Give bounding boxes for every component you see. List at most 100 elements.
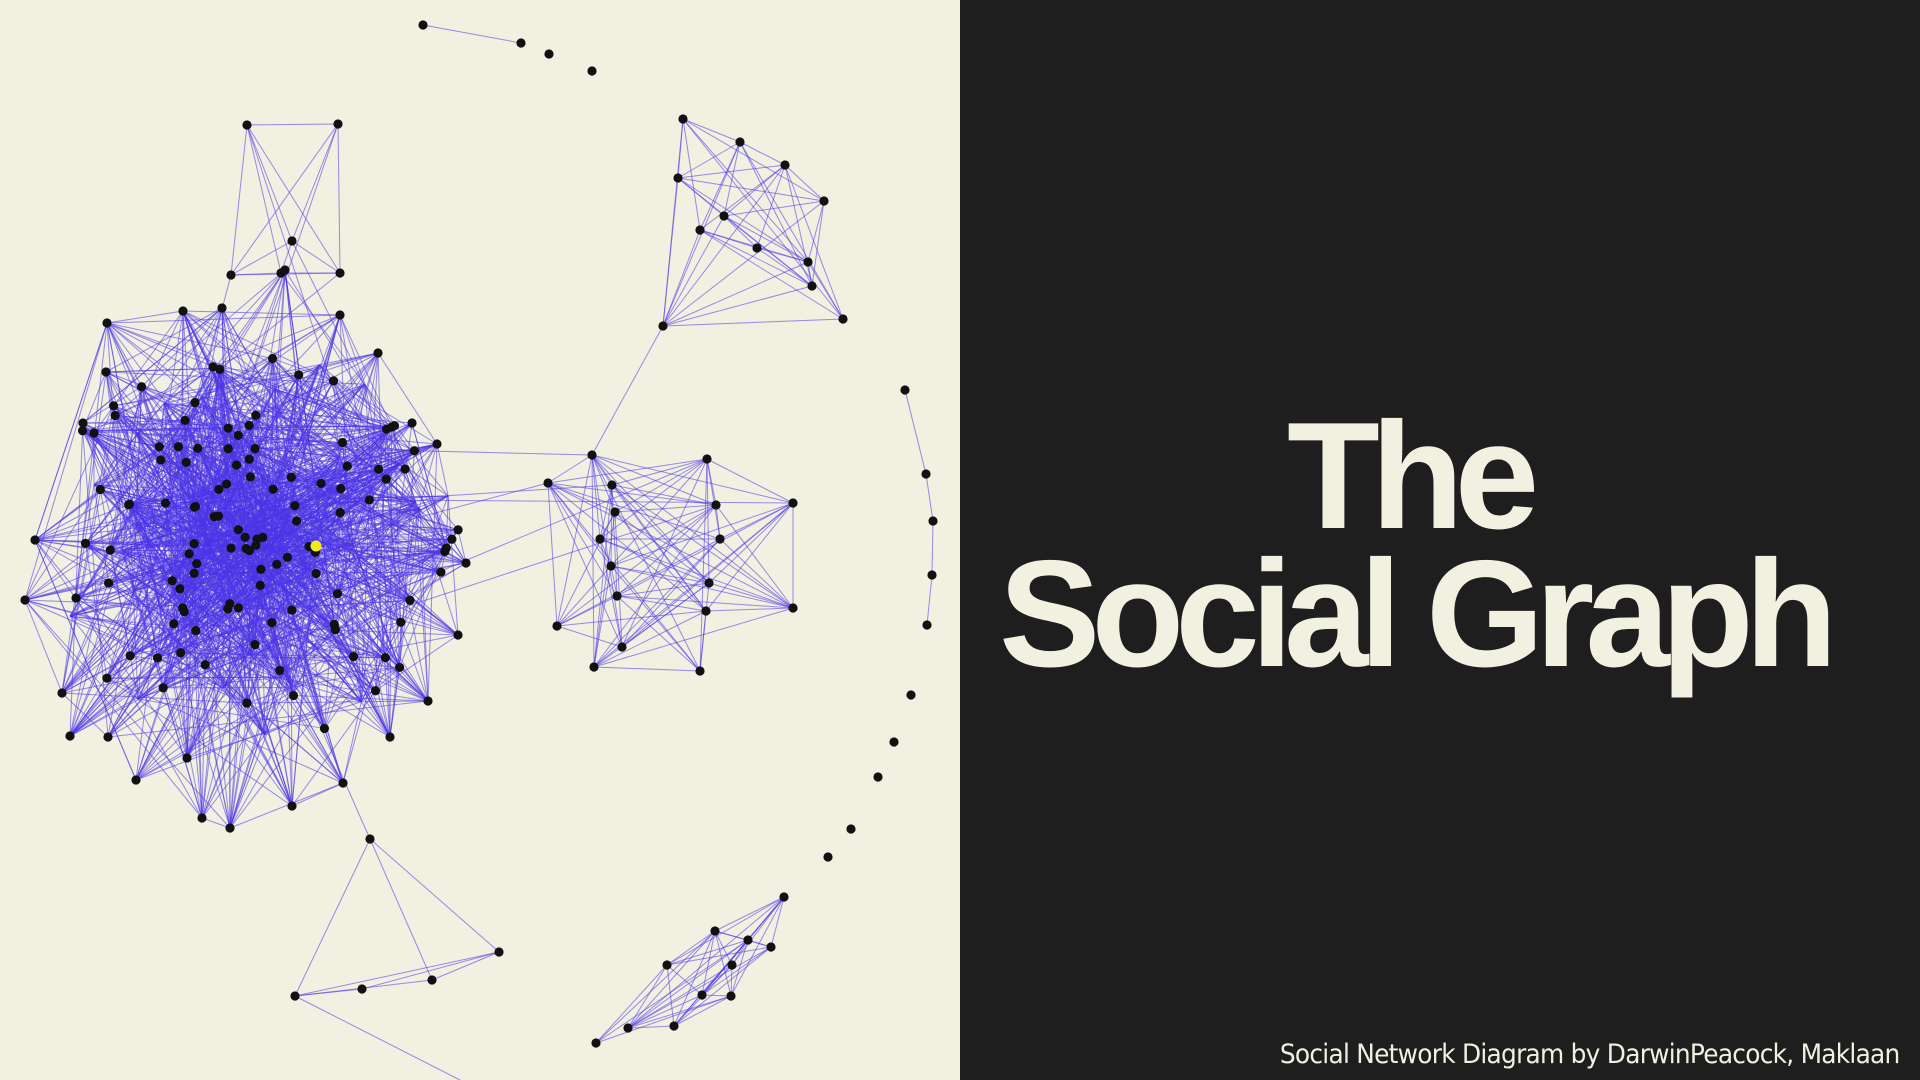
graph-edge [547,454,593,484]
graph-node [382,424,392,434]
graph-node [190,501,201,512]
graph-edge [926,574,933,626]
graph-node [152,653,163,663]
graph-node [169,619,179,629]
graph-node [20,595,30,605]
graph-node [697,990,707,1000]
graph-edge [677,177,809,263]
graph-edge [291,123,339,242]
graph-node [516,38,526,48]
graph-node [184,549,194,559]
graph-node [190,397,200,408]
graph-node [494,947,504,957]
graph-node [338,778,348,788]
graph-node [921,469,931,479]
graph-node [275,665,285,675]
graph-edge [294,951,500,997]
graph-edge [369,838,500,953]
graph-node [544,49,554,59]
graph-node [287,801,297,811]
graph-node [779,892,789,902]
graph-node [176,648,186,658]
graph-edge [182,310,341,316]
graph-node [381,474,391,484]
graph-edge [230,123,339,276]
graph-node [461,558,471,568]
graph-node [282,552,292,562]
graph-node [373,348,383,358]
graph-node [418,20,428,30]
graph-node [154,442,164,452]
graph-edge [556,625,623,648]
graph-node [71,593,81,603]
graph-node [276,268,286,278]
graph-node [662,960,672,970]
graph-node [286,472,296,482]
graph-node [268,484,278,494]
graph-edge [714,930,749,941]
graph-node [906,690,916,700]
graph-edge [756,247,813,287]
graph-edge [595,995,732,1044]
graph-node [735,137,745,147]
graph-node [432,439,442,449]
graph-node [427,975,437,985]
graph-node [335,268,345,278]
graph-edge [784,164,844,320]
graph-node [673,173,683,183]
graph-node [110,410,120,421]
graph-edge [662,261,809,327]
graph-edge [294,838,371,997]
graph-edge [246,123,339,126]
graph-node [179,607,189,617]
graph-node [244,420,254,430]
graph-node [595,534,605,544]
graph-node [357,984,367,994]
graph-node [436,567,446,577]
graph-node [329,619,339,630]
graph-node [838,314,848,324]
graph-node [294,370,304,380]
graph-node [711,500,721,510]
graph-edge [457,529,467,564]
graph-node [103,578,114,588]
graph-node [928,516,938,526]
graph-node [101,367,111,377]
network-diagram-panel [0,0,960,1080]
graph-edge [431,951,500,981]
graph-node [407,418,417,428]
graph-node [337,437,348,448]
graph-node [158,683,168,693]
graph-node [217,303,227,313]
graph-node [175,584,185,594]
graph-node [617,642,627,652]
graph-node [197,813,207,823]
graph-edge [614,458,708,513]
graph-node [125,651,135,661]
graph-node [332,589,343,599]
title-line-2: Social Graph [999,529,1838,699]
graph-node [57,688,67,698]
graph-edge [627,930,716,1029]
graph-node [453,525,463,535]
highlighted-node [310,540,322,552]
graph-node [405,595,415,605]
graph-node [587,66,597,76]
graph-node [226,270,236,280]
graph-nodes [20,20,938,1048]
graph-edge [662,318,844,327]
graph-node [173,442,183,452]
graph-edge [294,995,461,1080]
graph-edge [595,930,716,1044]
graph-node [103,732,113,742]
graph-node [225,823,235,833]
graph-edge [931,520,934,576]
graph-node [370,686,381,696]
graph-node [423,696,433,706]
graph-node [108,401,119,411]
graph-node [727,960,737,970]
graph-node [373,464,384,474]
graph-node [669,1021,679,1031]
graph-edge [591,325,664,456]
graph-node [447,534,457,544]
